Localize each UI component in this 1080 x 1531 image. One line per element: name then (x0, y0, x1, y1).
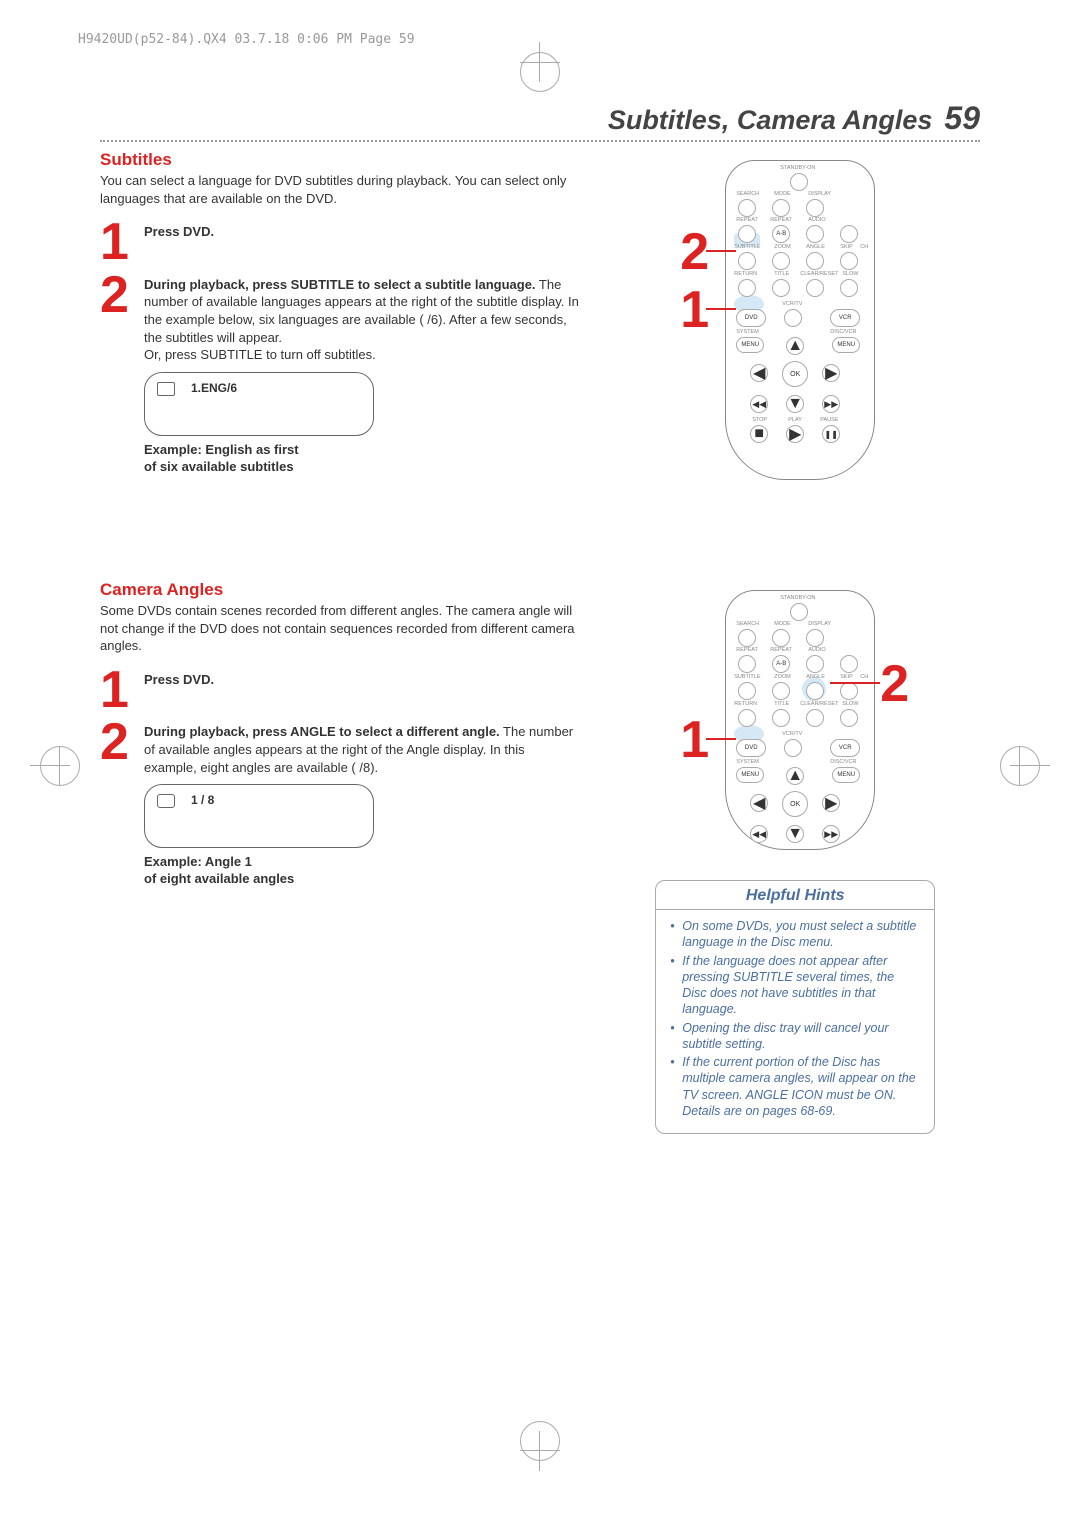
angle-example-caption: Example: Angle 1 of eight available angl… (144, 854, 580, 888)
subtitle-display-box: 1.ENG/6 (144, 372, 374, 436)
camera-icon (157, 794, 175, 808)
remote-diagram-angles: STANDBY-ON SEARCH MODE DISPLAY REPEAT RE… (690, 580, 900, 860)
angles-step-1: 1 Press DVD. (100, 667, 580, 714)
subtitles-heading: Subtitles (100, 150, 580, 170)
step-number: 2 (100, 272, 134, 319)
step-number: 2 (100, 719, 134, 766)
page-title-row: Subtitles, Camera Angles 59 (100, 100, 980, 137)
subtitle-example-caption: Example: English as first of six availab… (144, 442, 580, 476)
callout-2: 2 (680, 226, 709, 278)
angles-intro: Some DVDs contain scenes recorded from d… (100, 602, 580, 655)
callout-2: 2 (880, 658, 909, 710)
angle-display-value: 1 / 8 (191, 793, 214, 807)
angles-step-2: 2 During playback, press ANGLE to select… (100, 719, 580, 776)
step-text: During playback, press SUBTITLE to selec… (144, 272, 580, 364)
print-header-meta: H9420UD(p52-84).QX4 03.7.18 0:06 PM Page… (78, 32, 415, 47)
hint-item: If the language does not appear after pr… (670, 953, 920, 1018)
page-title: Subtitles, Camera Angles (608, 105, 933, 136)
subtitles-step-2: 2 During playback, press SUBTITLE to sel… (100, 272, 580, 364)
subtitle-icon (157, 382, 175, 396)
subtitles-step-1: 1 Press DVD. (100, 219, 580, 266)
step-text: Press DVD. (144, 672, 214, 687)
remote-diagram-subtitles: STANDBY-ON SEARCH MODE DISPLAY REPEAT RE… (690, 150, 900, 490)
step-text: Press DVD. (144, 224, 214, 239)
step-text: During playback, press ANGLE to select a… (144, 719, 580, 776)
callout-1: 1 (680, 714, 709, 766)
angles-heading: Camera Angles (100, 580, 580, 600)
page-number: 59 (944, 100, 980, 137)
hints-title: Helpful Hints (656, 881, 934, 910)
step-number: 1 (100, 219, 134, 266)
angle-display-box: 1 / 8 (144, 784, 374, 848)
helpful-hints-box: Helpful Hints On some DVDs, you must sel… (655, 880, 935, 1134)
hint-item: If the current portion of the Disc has m… (670, 1054, 920, 1119)
hint-item: On some DVDs, you must select a subtitle… (670, 918, 920, 951)
callout-1: 1 (680, 284, 709, 336)
subtitles-intro: You can select a language for DVD subtit… (100, 172, 580, 207)
divider (100, 140, 980, 142)
step-number: 1 (100, 667, 134, 714)
subtitle-display-value: 1.ENG/6 (191, 381, 237, 395)
hint-item: Opening the disc tray will cancel your s… (670, 1020, 920, 1053)
